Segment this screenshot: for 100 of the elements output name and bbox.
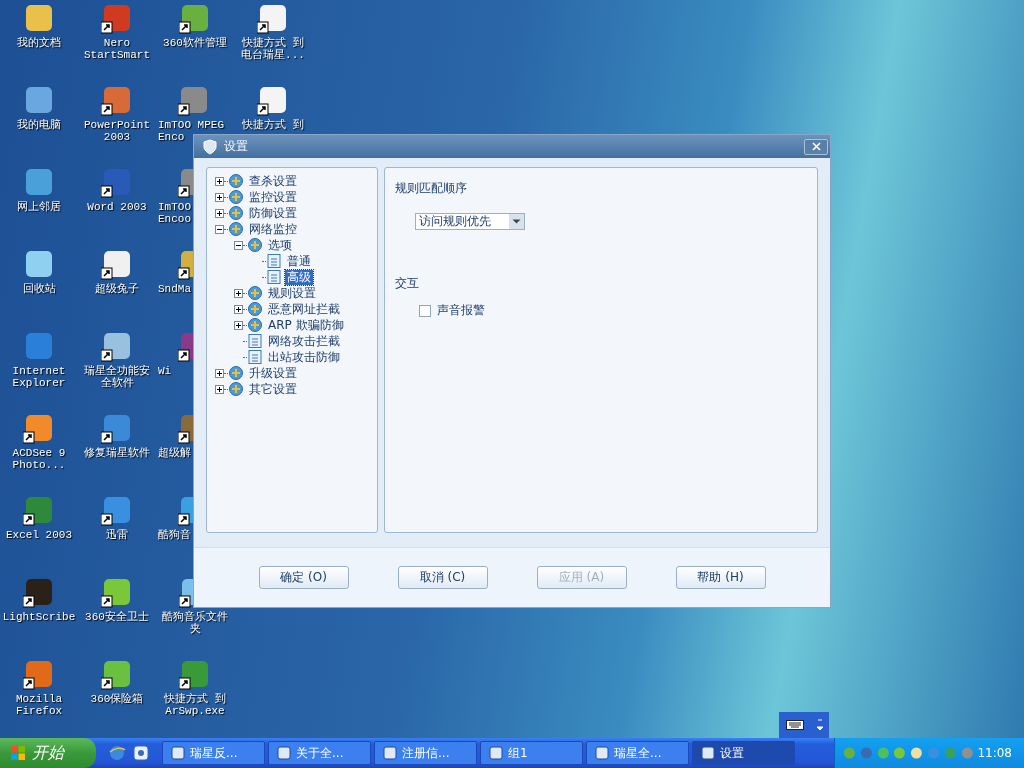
desktop-icon-label[interactable]: 快捷方式 到	[242, 119, 304, 131]
tray-icon[interactable]	[910, 746, 923, 760]
desktop-icon-label[interactable]: Internet Explorer	[1, 365, 77, 389]
app-icon[interactable]	[23, 576, 55, 608]
desktop-icon-label[interactable]: 网上邻居	[17, 201, 61, 213]
app-icon[interactable]	[257, 84, 289, 116]
desktop-icon-label[interactable]: ACDSee 9 Photo...	[1, 447, 77, 471]
desktop-icon-label[interactable]: 瑞星全功能安全软件	[79, 365, 155, 389]
desktop-icon-label[interactable]: SndMa	[158, 283, 191, 295]
app-icon[interactable]	[23, 412, 55, 444]
desktop-icon-label[interactable]: 酷狗音乐文件夹	[157, 611, 233, 635]
shield-icon	[202, 138, 218, 155]
desktop-icon-label[interactable]: Mozilla Firefox	[1, 693, 77, 717]
desktop-icon-label[interactable]: 快捷方式 到 ArSwp.exe	[157, 693, 233, 717]
tree-item[interactable]: 查杀设置	[247, 173, 299, 189]
tree-item[interactable]: 恶意网址拦截	[266, 301, 342, 317]
expand-toggle-icon[interactable]	[215, 384, 224, 394]
category-icon	[228, 205, 244, 221]
app-icon[interactable]	[101, 84, 133, 116]
desktop-icon-label[interactable]: ImTOO Encoo	[158, 201, 194, 225]
desktop-icon-label[interactable]: Nero StartSmart	[79, 37, 155, 61]
desktop-icon-label[interactable]: 修复瑞星软件	[84, 447, 150, 459]
window-icon	[277, 746, 291, 760]
window-icon	[489, 746, 503, 760]
rule-order-dropdown[interactable]: 访问规则优先	[415, 213, 525, 230]
sound-alarm-checkbox[interactable]: 声音报警	[419, 302, 485, 319]
app-icon[interactable]	[101, 494, 133, 526]
tree-item[interactable]: 普通	[285, 253, 313, 269]
desktop-icon-label[interactable]: Word 2003	[87, 201, 147, 213]
expand-toggle-icon[interactable]	[234, 304, 243, 314]
desktop-icon-label[interactable]: 酷狗音	[158, 529, 191, 541]
app-icon[interactable]	[179, 2, 211, 34]
desktop-icon-label[interactable]: Wi	[158, 365, 172, 377]
app-icon[interactable]	[257, 2, 289, 34]
expand-toggle-icon[interactable]	[215, 224, 224, 234]
window-icon	[171, 746, 185, 760]
expand-toggle-icon[interactable]	[215, 176, 224, 186]
app-icon[interactable]	[101, 330, 133, 362]
app-icon[interactable]	[101, 412, 133, 444]
expand-toggle-icon[interactable]	[215, 368, 224, 378]
dialog-button[interactable]: 确定 (O)	[258, 566, 349, 589]
section-label: 交互	[395, 275, 419, 292]
desktop-icon-label[interactable]: 快捷方式 到电台瑞星...	[240, 37, 306, 61]
clock: 11:08	[977, 746, 1012, 760]
browser-icon[interactable]	[108, 744, 126, 762]
tree-item[interactable]: 高级	[285, 269, 313, 285]
app-icon[interactable]	[23, 658, 55, 690]
desktop-icon-label[interactable]: 回收站	[22, 283, 56, 295]
desktop-icon-label[interactable]: 360保险箱	[90, 693, 144, 705]
expand-toggle-icon[interactable]	[215, 192, 224, 202]
keyboard-icon[interactable]	[785, 720, 804, 730]
app-icon[interactable]	[101, 166, 133, 198]
category-icon	[228, 221, 244, 237]
dialog-button[interactable]: 取消 (C)	[397, 566, 488, 589]
taskbar-button[interactable]: 注册信...	[374, 741, 477, 765]
taskbar-button[interactable]: 关于全...	[268, 741, 371, 765]
category-icon	[228, 173, 244, 189]
tree-item[interactable]: 升级设置	[247, 365, 299, 381]
close-button[interactable]	[804, 138, 828, 155]
tree-item[interactable]: 监控设置	[247, 189, 299, 205]
desktop-icon-label[interactable]: LightScribe	[2, 611, 76, 623]
desktop-icon-label[interactable]: 超级兔子	[95, 283, 139, 295]
tree-item[interactable]: 其它设置	[247, 381, 299, 397]
language-bar[interactable]	[779, 712, 829, 738]
start-button[interactable]: 开始	[0, 738, 96, 768]
dialog-button[interactable]: 帮助 (H)	[675, 566, 766, 589]
tree-item[interactable]: 选项	[266, 237, 294, 253]
tree-item[interactable]: 网络攻击拦截	[266, 333, 342, 349]
desktop-icon-label[interactable]: 我的电脑	[17, 119, 61, 131]
taskbar-button[interactable]: 瑞星全...	[586, 741, 689, 765]
app-icon[interactable]	[101, 658, 133, 690]
expand-toggle-icon[interactable]	[234, 320, 243, 330]
app-icon[interactable]	[179, 658, 211, 690]
expand-toggle-icon[interactable]	[234, 288, 243, 298]
desktop-icon-label[interactable]: 超级解	[158, 447, 191, 459]
app-icon[interactable]	[101, 248, 133, 280]
expand-toggle-icon[interactable]	[234, 240, 243, 250]
tree-item[interactable]: 网络监控	[247, 221, 299, 237]
section-label: 规则匹配顺序	[395, 180, 467, 197]
app-icon[interactable]	[101, 576, 133, 608]
tree-item[interactable]: 出站攻击防御	[266, 349, 342, 365]
options-icon[interactable]	[816, 718, 823, 732]
desktop-icon-label[interactable]: 360软件管理	[163, 37, 227, 49]
desktop-icon-label[interactable]: Excel 2003	[6, 529, 72, 541]
tree-item[interactable]: 防御设置	[247, 205, 299, 221]
app-icon[interactable]	[178, 84, 210, 116]
expand-toggle-icon[interactable]	[215, 208, 224, 218]
desktop-icon-label[interactable]: PowerPoint 2003	[79, 119, 155, 143]
desktop-icon-label[interactable]: 360安全卫士	[85, 611, 149, 623]
taskbar-button[interactable]: 设置	[692, 741, 795, 765]
tree-item[interactable]: ARP 欺骗防御	[266, 317, 346, 333]
taskbar-button[interactable]: 瑞星反...	[162, 741, 265, 765]
desktop-shortcut-icon[interactable]	[132, 744, 150, 762]
desktop-icon-label[interactable]: 迅雷	[106, 529, 128, 541]
tree-item[interactable]: 规则设置	[266, 285, 318, 301]
window-icon	[383, 746, 397, 760]
app-icon[interactable]	[23, 494, 55, 526]
taskbar-button[interactable]: 组1	[480, 741, 583, 765]
app-icon[interactable]	[101, 2, 133, 34]
desktop-icon-label[interactable]: 我的文档	[17, 37, 61, 49]
